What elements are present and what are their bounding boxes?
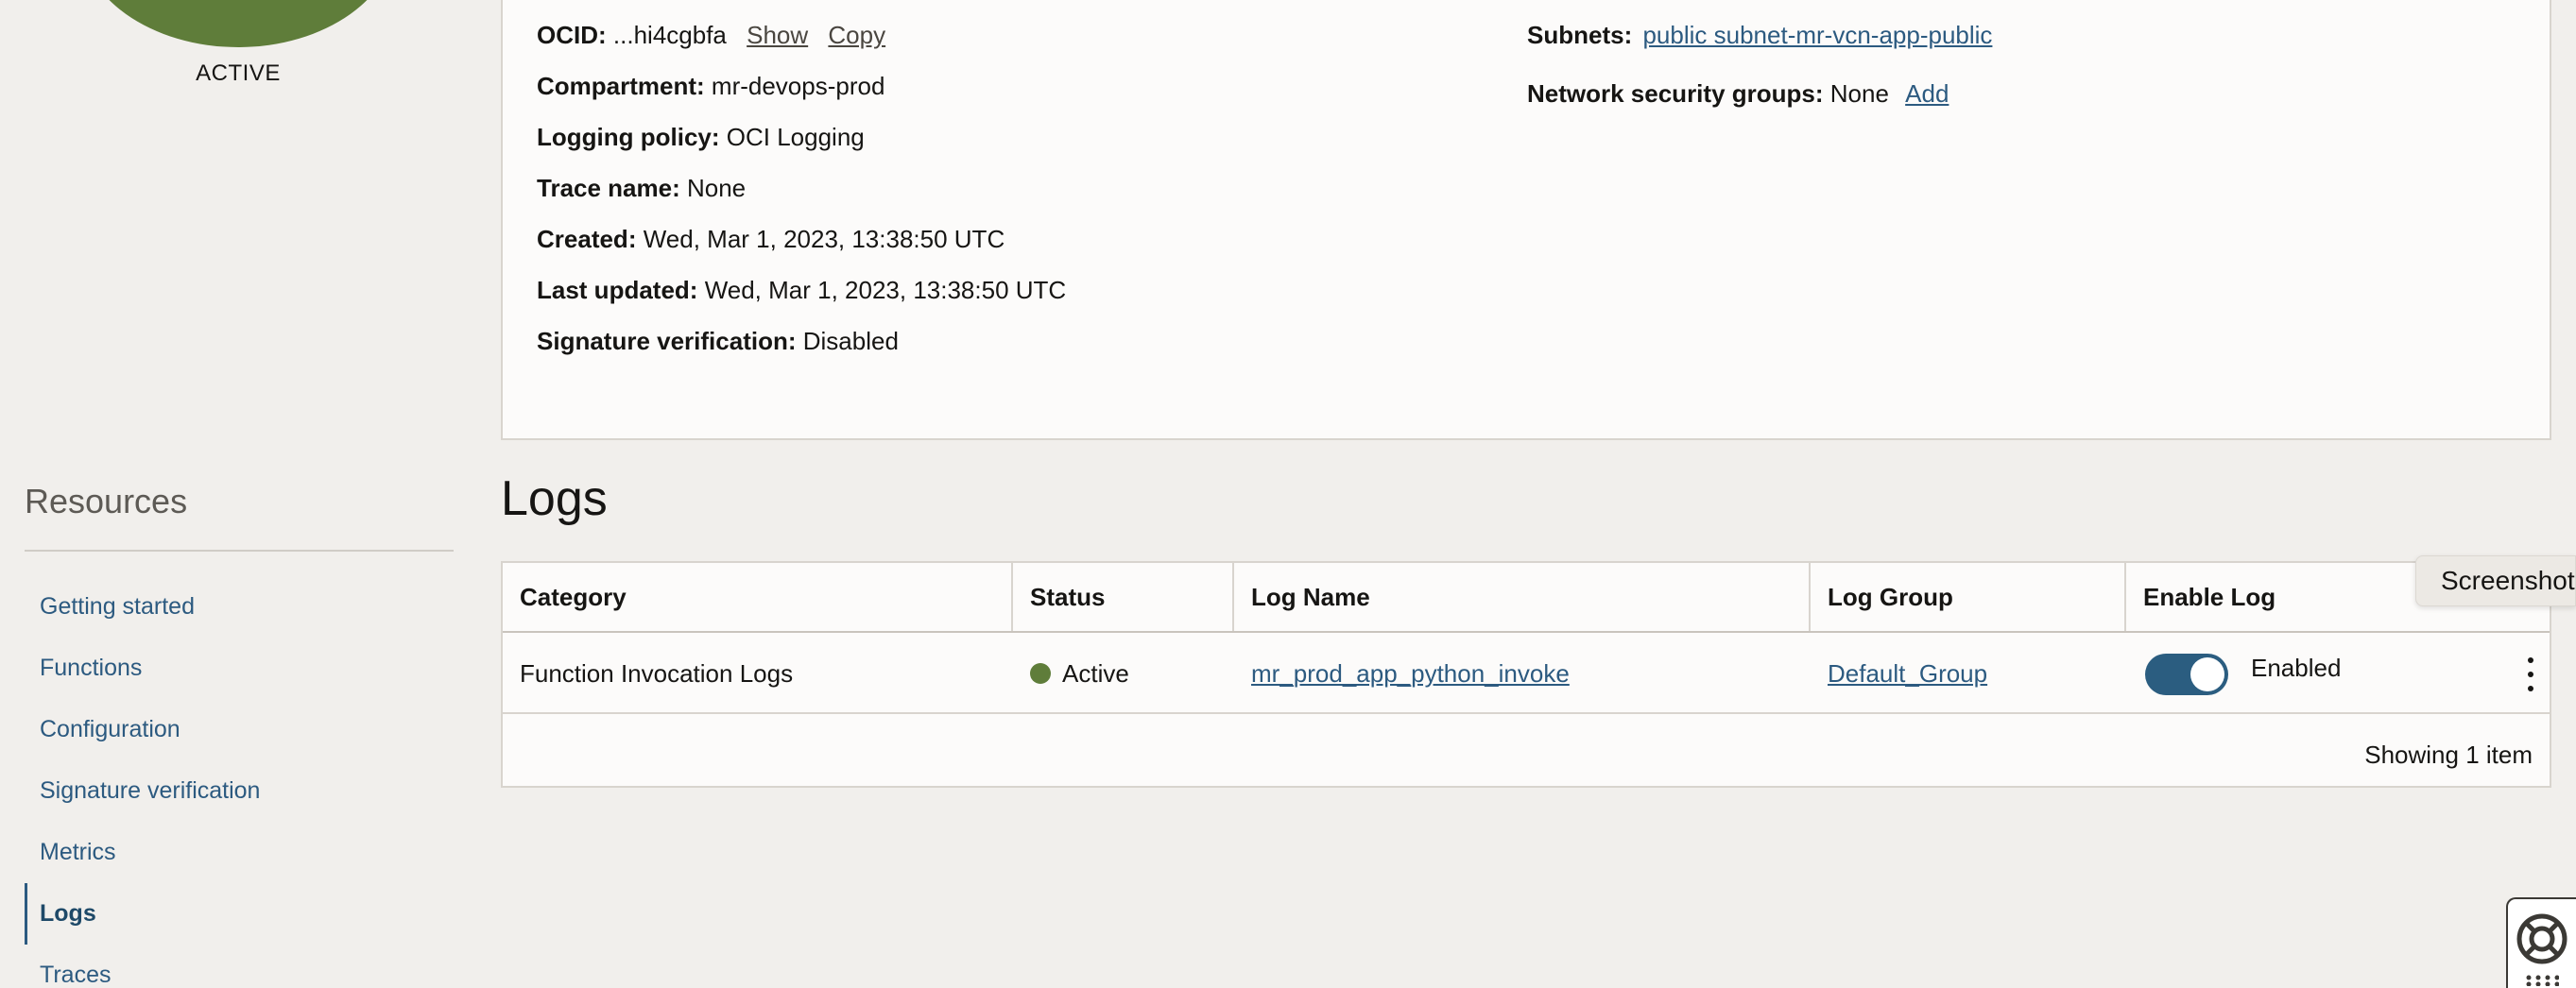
logging-policy-key: Logging policy: <box>537 123 720 151</box>
logging-policy-value: OCI Logging <box>726 123 865 151</box>
log-group-link[interactable]: Default_Group <box>1828 659 1987 688</box>
created-row: Created: Wed, Mar 1, 2023, 13:38:50 UTC <box>537 223 1005 255</box>
trace-name-row: Trace name: None <box>537 172 746 204</box>
kebab-dot <box>2528 657 2533 663</box>
ocid-copy-link[interactable]: Copy <box>828 21 885 49</box>
resources-title: Resources <box>25 482 188 520</box>
column-header-log-name[interactable]: Log Name <box>1234 563 1370 631</box>
drag-grip-icon[interactable] <box>2525 975 2559 986</box>
toggle-knob <box>2190 657 2224 691</box>
column-header-enable-log[interactable]: Enable Log <box>2126 563 2275 631</box>
subnets-key: Subnets: <box>1527 21 1633 49</box>
lifebuoy-icon <box>2516 913 2567 964</box>
sidebar-item-functions[interactable]: Functions <box>25 638 454 699</box>
screenshot-tab[interactable]: Screenshot <box>2415 555 2576 606</box>
ocid-show-link[interactable]: Show <box>747 21 808 49</box>
signature-verification-row: Signature verification: Disabled <box>537 325 899 357</box>
table-item-count: Showing 1 item <box>2364 741 2533 769</box>
resources-divider <box>25 550 454 552</box>
subnets-link[interactable]: public subnet-mr-vcn-app-public <box>1642 21 1992 49</box>
enable-log-toggle[interactable] <box>2145 654 2228 695</box>
logs-table-header: Category Status Log Name Log Group Enabl… <box>503 563 2550 633</box>
sidebar-item-metrics[interactable]: Metrics <box>25 822 454 883</box>
nsg-key: Network security groups: <box>1527 79 1824 108</box>
trace-name-key: Trace name: <box>537 174 680 202</box>
cell-log-name: mr_prod_app_python_invoke <box>1234 633 1570 714</box>
last-updated-value: Wed, Mar 1, 2023, 13:38:50 UTC <box>704 276 1067 304</box>
logs-table: Category Status Log Name Log Group Enabl… <box>501 561 2551 788</box>
signature-verification-key: Signature verification: <box>537 327 797 355</box>
sidebar-item-traces[interactable]: Traces <box>25 945 454 988</box>
created-value: Wed, Mar 1, 2023, 13:38:50 UTC <box>643 225 1005 253</box>
column-header-log-group[interactable]: Log Group <box>1811 563 1953 631</box>
cell-status: Active <box>1013 633 1129 714</box>
column-header-status[interactable]: Status <box>1013 563 1105 631</box>
enable-log-label: Enabled <box>2251 654 2342 682</box>
cell-log-group: Default_Group <box>1811 633 1987 714</box>
subnets-row: Subnets: public subnet-mr-vcn-app-public <box>1527 19 1992 51</box>
cell-category: Function Invocation Logs <box>520 659 794 688</box>
compartment-value: mr-devops-prod <box>711 72 885 100</box>
trace-name-value: None <box>686 174 747 202</box>
kebab-dot <box>2528 686 2533 691</box>
nsg-value: None <box>1829 79 1889 108</box>
created-key: Created: <box>537 225 637 253</box>
signature-verification-value: Disabled <box>802 327 899 355</box>
sidebar-item-logs[interactable]: Logs <box>25 883 454 945</box>
status-text: Active <box>1062 659 1129 688</box>
ocid-row: OCID: ...hi4cgbfa Show Copy <box>537 19 885 51</box>
table-row: Function Invocation Logs Active mr_prod_… <box>503 633 2550 714</box>
last-updated-row: Last updated: Wed, Mar 1, 2023, 13:38:50… <box>537 274 1066 306</box>
sidebar-item-configuration[interactable]: Configuration <box>25 699 454 760</box>
nsg-row: Network security groups: None Add <box>1527 77 1949 110</box>
logs-title: Logs <box>501 471 608 526</box>
last-updated-key: Last updated: <box>537 276 698 304</box>
compartment-row: Compartment: mr-devops-prod <box>537 70 884 102</box>
active-status-dot-icon <box>1030 663 1051 685</box>
status-circle <box>79 0 397 47</box>
resources-nav: Getting started Functions Configuration … <box>25 576 454 988</box>
ocid-value: ...hi4cgbfa <box>612 21 727 49</box>
kebab-dot <box>2528 672 2533 677</box>
status-label: ACTIVE <box>196 60 281 86</box>
ocid-key: OCID: <box>537 21 607 49</box>
application-details-card: OCID: ...hi4cgbfa Show Copy Compartment:… <box>501 0 2551 440</box>
log-name-link[interactable]: mr_prod_app_python_invoke <box>1251 659 1570 688</box>
row-actions-kebab-icon[interactable] <box>2519 657 2542 691</box>
compartment-key: Compartment: <box>537 72 705 100</box>
help-widget[interactable] <box>2506 897 2576 988</box>
sidebar-item-getting-started[interactable]: Getting started <box>25 576 454 638</box>
column-header-category[interactable]: Category <box>503 563 627 631</box>
nsg-add-link[interactable]: Add <box>1905 79 1949 108</box>
sidebar-item-signature-verification[interactable]: Signature verification <box>25 760 454 822</box>
logging-policy-row: Logging policy: OCI Logging <box>537 121 865 153</box>
